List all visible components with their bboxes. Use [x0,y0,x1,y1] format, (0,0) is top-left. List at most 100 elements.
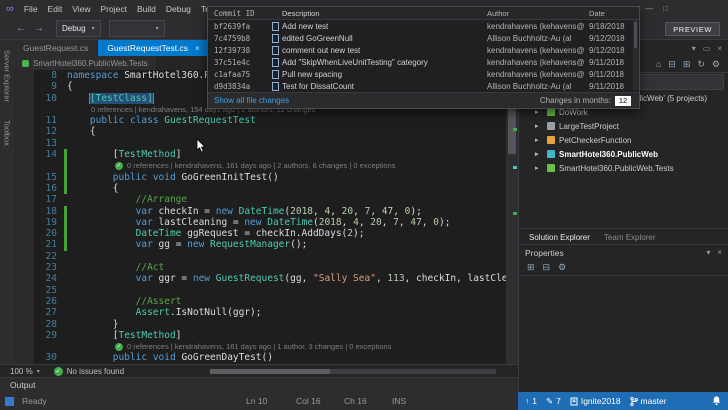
commit-row[interactable]: bf2639faAdd new testkendrahavens (kehave… [208,20,639,32]
preview-button[interactable]: PREVIEW [665,22,720,36]
code-line[interactable]: 11 public class GuestRequestTest [14,115,506,126]
code-line[interactable]: 23 //Act [14,262,506,273]
chevron-right-icon[interactable]: ▸ [535,164,543,172]
test-passed-icon: ✓ [115,343,123,351]
tree-item-smarthotel360-publicweb-tests[interactable]: ▸SmartHotel360.PublicWeb.Tests [519,161,728,175]
pending-changes[interactable]: ✎ 7 [546,396,561,407]
chevron-right-icon[interactable]: ▸ [535,136,543,144]
issues-indicator[interactable]: ✓ No issues found [54,367,124,376]
menu-item-project[interactable]: Project [95,0,131,18]
code-line[interactable]: 12 { [14,126,506,137]
code-line[interactable]: 16 { [14,183,506,194]
code-line[interactable]: 15 public void GoGreenInitTest() [14,172,506,183]
chevron-right-icon[interactable]: ▸ [535,122,543,130]
code-line[interactable]: 26 //Assert [14,296,506,307]
scrollbar-thumb[interactable] [210,369,330,374]
close-icon[interactable]: × [717,44,722,53]
status-app-icon [5,397,14,406]
code-line[interactable]: 14 [TestMethod] [14,149,506,160]
codelens-row[interactable]: ✓0 references | kendrahavens, 161 days a… [14,160,506,171]
platform-dropdown[interactable]: ▾ [109,20,165,37]
months-input[interactable] [615,96,631,106]
close-icon[interactable]: × [717,248,722,257]
tab-solution-explorer[interactable]: Solution Explorer [529,233,590,242]
commit-row[interactable]: d9d3834aTest for DissatCountAllison Buch… [208,80,639,92]
project-icon [547,150,555,158]
menu-item-edit[interactable]: Edit [43,0,68,18]
forward-icon[interactable]: → [34,23,44,34]
properties-title: Properties [525,248,564,258]
chevron-right-icon[interactable]: ▸ [535,108,543,116]
code-line[interactable]: 13 [14,138,506,149]
zoom-control[interactable]: 100 % ▾ [10,367,40,376]
code-line[interactable]: 22 [14,251,506,262]
incoming-commits[interactable]: ↑ 1 [525,396,537,406]
code-line[interactable]: 24 var ggr = new GuestRequest(gg, "Sally… [14,273,506,284]
collapse-all-icon[interactable]: ⊟ [668,59,676,70]
home-icon[interactable]: ⌂ [656,59,661,69]
code-editor[interactable]: 8namespace SmartHotel360.PublicWeb.Tests… [14,70,506,364]
restore-icon[interactable]: □ [663,0,668,18]
editor-horizontal-scrollbar[interactable] [210,369,496,374]
alphabetical-icon[interactable]: ⊟ [543,262,551,273]
back-icon[interactable]: ← [16,23,26,34]
code-line[interactable]: 18 var checkIn = new DateTime(2018, 4, 2… [14,206,506,217]
commit-row[interactable]: 7c4759b8edited GoGreenNullAllison Buchho… [208,32,639,44]
sidebar-tab-toolbox[interactable]: Toolbox [3,120,12,146]
property-pages-icon[interactable]: ⚙ [558,262,566,273]
chevron-right-icon[interactable]: ▸ [535,150,543,158]
close-icon[interactable]: × [195,44,200,53]
tab-guestrequest[interactable]: GuestRequest.cs [14,40,97,56]
show-all-files-icon[interactable]: ⊞ [683,59,691,70]
tree-item-petcheckerfunction[interactable]: ▸PetCheckerFunction [519,133,728,147]
code-line[interactable]: 30 public void GoGreenDayTest() [14,352,506,363]
code-line[interactable]: 20 DateTime ggRequest = checkIn.AddDays(… [14,228,506,239]
code-line[interactable]: 17 //Arrange [14,194,506,205]
codelens-row[interactable]: ✓0 references | kendrahavens, 161 days a… [14,341,506,352]
minimize-icon[interactable]: — [645,0,653,18]
code-line[interactable]: 28 } [14,319,506,330]
branch-indicator[interactable]: master [630,396,667,406]
menu-item-file[interactable]: File [19,0,43,18]
chevron-down-icon[interactable]: ▾ [692,44,696,53]
mouse-cursor [196,138,207,159]
popup-scrollbar[interactable] [633,20,638,90]
file-icon [272,34,279,43]
sidebar-tab-server-explorer[interactable]: Server Explorer [3,50,12,102]
categorized-icon[interactable]: ⊞ [527,262,535,273]
commit-row[interactable]: c1afaa75Pull new spacingkendrahavens (ke… [208,68,639,80]
repo-indicator[interactable]: Ignite2018 [570,396,621,406]
tab-guestrequesttest[interactable]: GuestRequestTest.cs × [98,40,208,56]
code-line[interactable]: 27 Assert.IsNotNull(ggr); [14,307,506,318]
code-line[interactable]: 25 [14,285,506,296]
menu-item-build[interactable]: Build [132,0,161,18]
menu-item-debug[interactable]: Debug [161,0,196,18]
scrollbar-thumb[interactable] [634,22,637,48]
tab-smarthotel-tests[interactable]: SmartHotel360.PublicWeb.Tests [14,56,156,70]
commit-table-body: bf2639faAdd new testkendrahavens (kehave… [208,20,639,92]
commit-row[interactable]: 12f39738comment out new testkendrahavens… [208,44,639,56]
editor-vertical-scrollbar[interactable] [506,70,518,364]
code-line[interactable]: 21 var gg = new RequestManager(); [14,239,506,250]
solution-tree: ▸DoWork▸LargeTestProject▸PetCheckerFunct… [519,105,728,175]
file-icon [272,70,279,79]
tree-item-smarthotel360-publicweb[interactable]: ▸SmartHotel360.PublicWeb [519,147,728,161]
commit-history-popup: Commit ID Description Author Date bf2639… [207,6,640,109]
notifications-bell[interactable] [712,396,721,406]
configuration-dropdown[interactable]: Debug▾ [56,20,101,37]
code-line[interactable]: 29 [TestMethod] [14,330,506,341]
tree-item-largetestproject[interactable]: ▸LargeTestProject [519,119,728,133]
chevron-down-icon: ▾ [156,25,159,32]
refresh-icon[interactable]: ↻ [697,59,705,70]
code-line[interactable]: 19 var lastCleaning = new DateTime(2018,… [14,217,506,228]
output-panel-header[interactable]: Output [0,377,518,392]
tab-team-explorer[interactable]: Team Explorer [604,233,656,242]
pin-icon[interactable]: ▭ [703,44,711,53]
chevron-down-icon[interactable]: ▾ [706,248,710,257]
properties-icon[interactable]: ⚙ [712,59,720,70]
file-icon [272,58,279,67]
show-all-changes-link[interactable]: Show all file changes [214,96,289,105]
commit-row[interactable]: 37c51e4cAdd "SkipWhenLiveUnitTesting" ca… [208,56,639,68]
menu-item-view[interactable]: View [67,0,95,18]
project-icon [547,108,555,116]
